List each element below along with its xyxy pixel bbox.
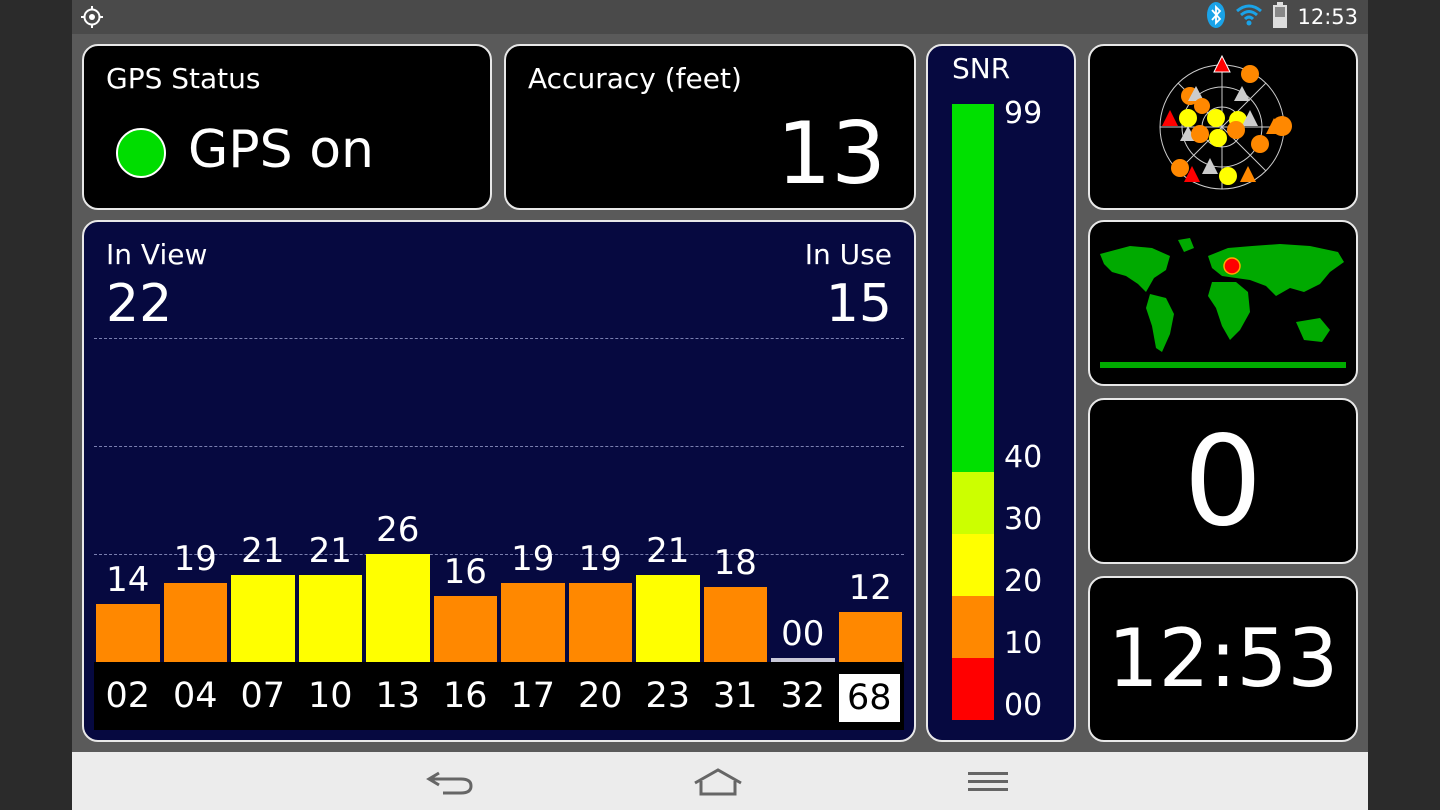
in-view-value: 22	[106, 274, 173, 334]
satellite-id-row: 02 04 07 10 13 16 17 20 23 31 32 68	[94, 662, 904, 730]
back-icon	[426, 771, 473, 795]
status-clock: 12:53	[1297, 5, 1358, 29]
snr-bar-plot: 14 19 21 21 26 16 19 19 21 18 00 12	[94, 338, 904, 662]
snr-bar-02	[96, 603, 160, 662]
snr-value-label-20: 19	[578, 539, 622, 580]
in-use-label: In Use	[804, 238, 892, 271]
satellite-id-32: 32	[780, 676, 826, 716]
snr-value-label-02: 14	[106, 559, 150, 600]
snr-value-label-68: 12	[848, 568, 892, 609]
menu-button[interactable]	[958, 762, 1018, 802]
snr-bar-17	[501, 583, 565, 662]
snr-label-30: 30	[1004, 502, 1043, 537]
home-icon	[694, 768, 742, 796]
satellite-id-23: 23	[645, 676, 691, 716]
satellite-snr-panel[interactable]: In View 22 In Use 15 14 19 21 21 26 16 19 19 21 1…	[82, 220, 916, 742]
snr-label-00: 00	[1004, 688, 1043, 723]
snr-bar-10	[298, 574, 362, 662]
snr-band-30-40	[952, 472, 994, 534]
snr-value-label-04: 19	[173, 539, 217, 580]
world-map	[1100, 238, 1346, 368]
snr-band-00-10	[952, 658, 994, 720]
navigation-bar	[72, 752, 1368, 810]
snr-bar-31	[703, 587, 767, 662]
satellite-id-16: 16	[442, 676, 488, 716]
accuracy-panel[interactable]: Accuracy (feet) 13	[504, 44, 916, 210]
menu-icon	[968, 772, 1008, 791]
satellite-id-10: 10	[307, 676, 353, 716]
snr-band-20-30	[952, 534, 994, 596]
accuracy-title: Accuracy (feet)	[528, 62, 742, 95]
satellite-id-17: 17	[510, 676, 556, 716]
home-button[interactable]	[688, 762, 748, 802]
satellite-id-04: 04	[172, 676, 218, 716]
snr-label-10: 10	[1004, 626, 1043, 661]
snr-title: SNR	[952, 52, 1011, 85]
gps-status-title: GPS Status	[106, 62, 261, 95]
sky-view-radar	[1159, 54, 1292, 190]
speed-panel[interactable]: 0	[1088, 398, 1358, 564]
snr-value-label-17: 19	[511, 539, 555, 580]
gps-status-panel[interactable]: GPS Status GPS on	[82, 44, 492, 210]
satellite-id-68: 68	[838, 674, 900, 722]
sky-view-panel[interactable]	[1088, 44, 1358, 210]
snr-scale	[952, 104, 994, 720]
accuracy-value: 13	[776, 104, 886, 204]
back-button[interactable]	[420, 762, 480, 802]
gps-target-icon	[80, 5, 104, 29]
snr-bar-20	[568, 583, 632, 662]
clock-panel[interactable]: 12:53	[1088, 576, 1358, 742]
snr-value-label-13: 26	[376, 510, 420, 551]
speed-value: 0	[1183, 410, 1263, 554]
wifi-icon	[1235, 4, 1263, 30]
snr-bar-04	[163, 583, 227, 662]
snr-band-10-20	[952, 596, 994, 658]
in-use-value: 15	[825, 274, 892, 334]
snr-bar-13	[366, 554, 430, 662]
app-frame: 12:53 GPS Status GPS on Accuracy (feet) …	[72, 0, 1368, 810]
gps-state-text: GPS on	[188, 120, 374, 180]
snr-label-40: 40	[1004, 440, 1043, 475]
snr-label-20: 20	[1004, 564, 1043, 599]
satellite-id-13: 13	[375, 676, 421, 716]
snr-label-99: 99	[1004, 96, 1043, 131]
world-map-panel[interactable]	[1088, 220, 1358, 386]
snr-value-label-32: 00	[781, 614, 825, 654]
battery-icon	[1273, 2, 1288, 32]
snr-legend-panel[interactable]: SNR 99 40 30 20 10 00	[926, 44, 1076, 742]
satellite-id-02: 02	[105, 676, 151, 716]
snr-value-label-07: 21	[241, 530, 285, 571]
in-view-label: In View	[106, 238, 208, 271]
snr-bar-07	[231, 574, 295, 662]
snr-band-40-99	[952, 104, 994, 472]
status-bar: 12:53	[72, 0, 1368, 34]
clock-value: 12:53	[1107, 612, 1339, 705]
snr-bar-23	[636, 574, 700, 662]
snr-bar-16	[433, 595, 497, 662]
snr-value-label-10: 21	[308, 530, 352, 571]
satellite-id-07: 07	[240, 676, 286, 716]
gps-indicator-icon	[116, 128, 166, 178]
snr-value-label-31: 18	[713, 543, 757, 584]
satellite-id-31: 31	[712, 676, 758, 716]
snr-bar-68	[838, 612, 902, 662]
snr-value-label-23: 21	[646, 530, 690, 571]
snr-value-label-16: 16	[443, 551, 487, 592]
bluetooth-icon	[1207, 2, 1226, 32]
satellite-id-20: 20	[577, 676, 623, 716]
